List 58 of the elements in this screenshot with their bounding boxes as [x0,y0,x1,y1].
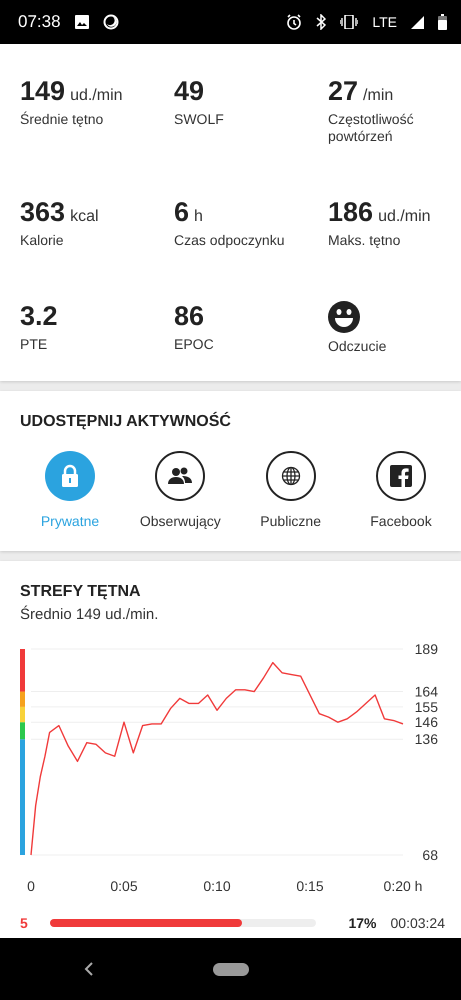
section-title: STREFY TĘTNA [20,583,142,601]
lock-icon [60,464,80,488]
stat-value: 363 [20,197,66,228]
stat-label: SWOLF [174,111,225,128]
globe-icon [280,466,301,486]
stat-label: Średnie tętno [20,111,104,128]
stat-label: Odczucie [328,338,388,355]
zone-number: 5 [20,915,29,931]
x-tick-label: 0:05 [110,878,138,894]
x-tick-label: 0:20 h [384,878,422,894]
moon-icon [102,14,119,30]
people-icon [167,466,194,486]
x-tick-label: 0 [27,878,35,894]
vibrate-icon [340,15,358,29]
stat-value: 86 [174,301,204,332]
stat-value: 149 [20,76,66,107]
stat-value: 6 [174,197,190,228]
smiley-icon [328,301,360,333]
stat-label: Maks. tętno [328,232,402,249]
network-type: LTE [372,14,397,30]
stat-value: 27 [328,76,358,107]
clock: 07:38 [18,12,61,32]
section-title: UDOSTĘPNIJ AKTYWNOŚĆ [20,413,232,431]
stat-label: PTE [20,336,48,353]
home-pill[interactable] [212,962,248,976]
y-tick-label: 189 [414,641,438,657]
alarm-icon [286,14,302,30]
x-tick-label: 0:15 [296,878,324,894]
bluetooth-icon [316,14,326,30]
facebook-icon [390,465,412,487]
signal-icon [411,16,424,28]
stat-unit: kcal [70,208,99,226]
x-tick-label: 0:10 [203,878,231,894]
stat-unit: /min [363,87,394,105]
share-option[interactable]: Obserwujący [130,451,230,529]
stat-unit: h [194,208,203,226]
share-option[interactable]: Facebook [350,451,451,529]
y-tick-label: 164 [414,684,438,700]
y-tick-label: 146 [414,714,438,730]
stat-label: EPOC [174,336,215,353]
stat-label: Częstotliwość powtórzeń [328,111,415,145]
stat-unit: ud./min [70,87,123,105]
y-tick-label: 136 [414,731,438,748]
stat-unit: ud./min [378,208,431,226]
stat-value: 3.2 [20,301,58,332]
image-icon [74,15,89,29]
y-tick-label: 155 [414,698,438,715]
stat-label: Kalorie [20,232,65,249]
zone-duration: 00:03:24 [390,915,445,931]
average-text: Średnio 149 ud./min. [20,606,160,623]
battery-icon [438,14,447,30]
stat-label: Czas odpoczynku [174,232,286,249]
stat-value: 49 [174,76,204,107]
stat-value: 186 [328,197,374,228]
y-tick-label: 68 [422,847,438,863]
back-icon[interactable] [84,962,94,976]
share-option[interactable]: Publiczne [240,451,341,529]
zone-percent: 17% [348,915,376,931]
